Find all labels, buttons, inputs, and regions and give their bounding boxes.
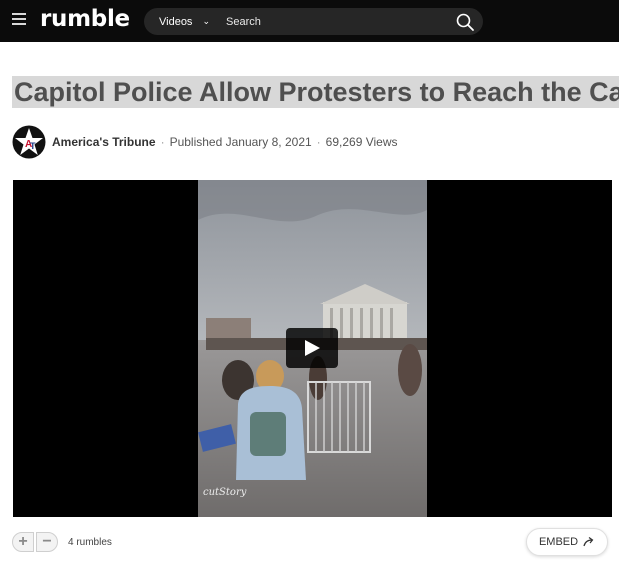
hamburger-menu-icon[interactable] — [12, 13, 26, 25]
search-icon[interactable] — [455, 12, 475, 32]
search-bar: Videos ⌄ — [144, 8, 483, 35]
embed-button[interactable]: EMBED — [526, 528, 608, 556]
downvote-button[interactable]: − — [36, 532, 58, 552]
play-button[interactable] — [286, 328, 338, 368]
view-count: 69,269 Views — [325, 135, 398, 149]
chevron-down-icon: ⌄ — [202, 16, 210, 26]
video-title: Capitol Police Allow Protesters to Reach… — [12, 76, 619, 108]
rumble-logo[interactable]: rumble — [40, 5, 130, 33]
channel-name-link[interactable]: America's Tribune — [52, 135, 156, 149]
top-navigation-bar: rumble Videos ⌄ — [0, 0, 619, 42]
meta-separator: · — [316, 135, 321, 149]
search-input[interactable] — [226, 12, 436, 31]
upvote-button[interactable]: + — [12, 532, 34, 552]
channel-info-row: A T America's Tribune · Published Januar… — [12, 124, 398, 160]
video-player[interactable]: cutStory — [13, 180, 612, 517]
meta-separator: · — [160, 135, 165, 149]
search-category-select[interactable]: Videos ⌄ — [159, 8, 210, 35]
svg-text:T: T — [30, 141, 36, 151]
channel-avatar[interactable]: A T — [12, 125, 46, 159]
embed-label: EMBED — [538, 536, 579, 548]
publish-date: Published January 8, 2021 — [169, 135, 312, 149]
video-watermark: cutStory — [203, 487, 247, 498]
search-category-label: Videos — [159, 15, 193, 28]
rumbles-count: 4 rumbles — [68, 536, 112, 548]
video-title-band: Capitol Police Allow Protesters to Reach… — [0, 70, 619, 114]
play-icon — [305, 340, 320, 356]
share-arrow-icon — [583, 537, 594, 547]
rumble-vote-bar: + − 4 rumbles — [12, 530, 112, 554]
